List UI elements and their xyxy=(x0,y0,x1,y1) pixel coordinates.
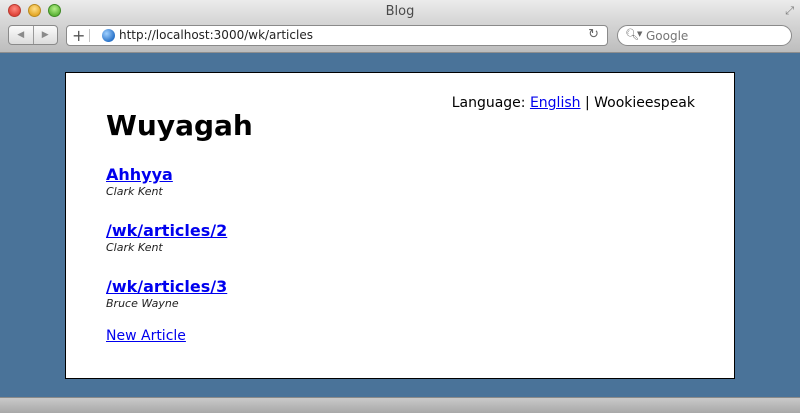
language-current-wookieespeak: Wookieespeak xyxy=(594,95,695,111)
language-switcher: Language: English | Wookieespeak xyxy=(452,95,695,111)
nav-buttons: ◀ ▶ xyxy=(8,25,58,45)
article-list: Ahhyya Clark Kent /wk/articles/2 Clark K… xyxy=(106,165,227,333)
article-author: Clark Kent xyxy=(106,241,163,254)
article-title-link[interactable]: /wk/articles/3 xyxy=(106,277,227,297)
page-title: Wuyagah xyxy=(106,109,253,142)
url-text[interactable]: http://localhost:3000/wk/articles xyxy=(119,28,313,43)
search-bar[interactable]: 🔍︎ ▼ xyxy=(617,25,792,46)
article-item: /wk/articles/3 Bruce Wayne xyxy=(106,277,227,333)
article-title-link[interactable]: Ahhyya xyxy=(106,165,227,185)
language-link-english[interactable]: English xyxy=(530,95,581,111)
search-engine-dropdown-icon[interactable]: ▼ xyxy=(637,30,642,38)
add-tab-icon[interactable]: + xyxy=(72,26,85,45)
language-separator: | xyxy=(584,95,590,111)
back-icon[interactable]: ◀ xyxy=(9,26,33,44)
address-bar-divider xyxy=(89,29,90,42)
page-content: Language: English | Wookieespeak Wuyagah… xyxy=(65,72,735,379)
article-author: Bruce Wayne xyxy=(106,297,179,310)
forward-icon[interactable]: ▶ xyxy=(32,26,58,44)
globe-icon xyxy=(102,29,115,42)
window-title: Blog xyxy=(385,4,415,19)
browser-toolbar: ◀ ▶ + http://localhost:3000/wk/articles … xyxy=(0,22,800,53)
fullscreen-icon[interactable]: ⤢ xyxy=(785,4,794,18)
search-input[interactable] xyxy=(646,27,786,44)
new-article-link[interactable]: New Article xyxy=(106,328,186,344)
address-bar[interactable]: + http://localhost:3000/wk/articles ↻ xyxy=(66,25,608,46)
article-title-link[interactable]: /wk/articles/2 xyxy=(106,221,227,241)
article-author: Clark Kent xyxy=(106,185,163,198)
title-bar: Blog ⤢ xyxy=(0,0,800,22)
reload-icon[interactable]: ↻ xyxy=(588,27,599,42)
article-item: /wk/articles/2 Clark Kent xyxy=(106,221,227,277)
language-label: Language: xyxy=(451,95,526,111)
status-bar xyxy=(0,397,800,413)
article-item: Ahhyya Clark Kent xyxy=(106,165,227,221)
